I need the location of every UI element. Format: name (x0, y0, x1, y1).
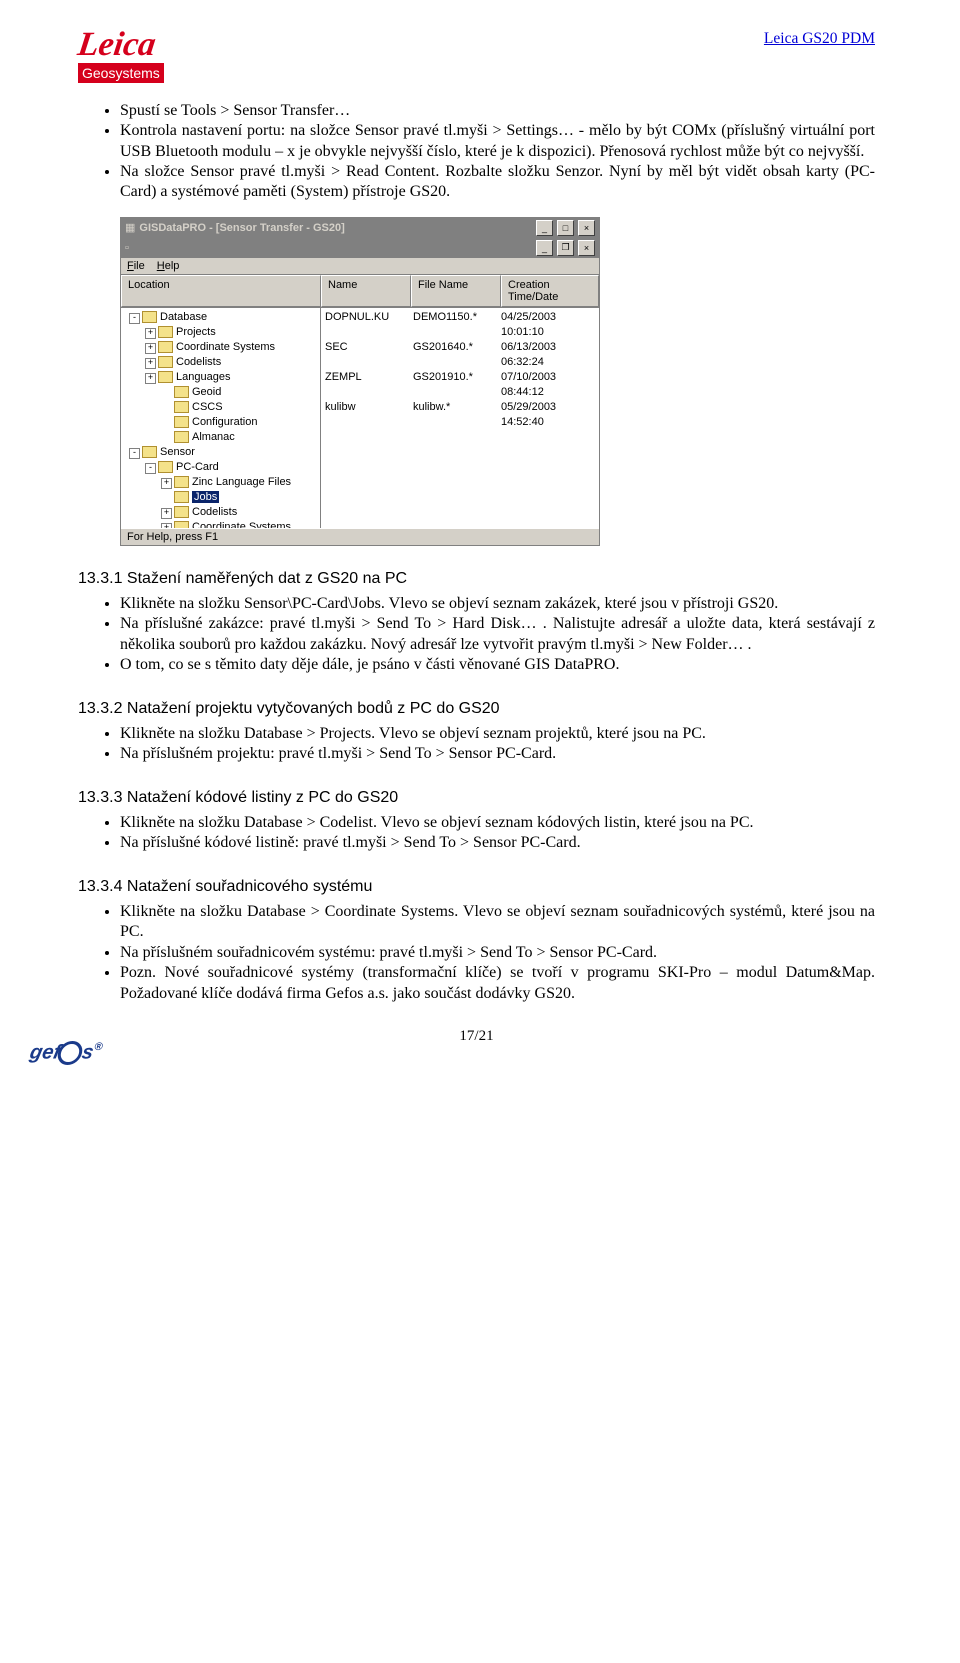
section-heading: 13.3.2 Natažení projektu vytyčovaných bo… (78, 700, 875, 718)
tree-node[interactable]: -PC-Card (125, 460, 316, 475)
list-item: O tom, co se s těmito daty děje dále, je… (120, 655, 875, 675)
file-row[interactable]: kulibwkulibw.*05/29/2003 14:52:40 (325, 400, 595, 430)
list-item: Klikněte na složku Database > Codelist. … (120, 813, 875, 833)
tree-node[interactable]: +Codelists (125, 355, 316, 370)
file-row[interactable]: SECGS201640.*06/13/2003 06:32:24 (325, 340, 595, 370)
mdi-restore-button[interactable]: ❐ (557, 240, 574, 256)
maximize-button[interactable]: □ (557, 220, 574, 236)
menu-file[interactable]: File (127, 260, 145, 272)
menu-help[interactable]: Help (157, 260, 180, 272)
tree-node[interactable]: -Sensor (125, 445, 316, 460)
minimize-button[interactable]: _ (536, 220, 553, 236)
tree-node[interactable]: CSCS (125, 400, 316, 415)
leica-logo: Leica Geosystems (78, 30, 198, 83)
tree-node[interactable]: +Zinc Language Files (125, 475, 316, 490)
mdi-close-button[interactable]: × (578, 240, 595, 256)
location-tree[interactable]: -Database+Projects+Coordinate Systems+Co… (121, 308, 321, 528)
col-location[interactable]: Location (121, 275, 321, 307)
tree-node[interactable]: Almanac (125, 430, 316, 445)
brand-main: Leica (76, 30, 200, 61)
list-item: Na příslušném souřadnicovém systému: pra… (120, 943, 875, 963)
screenshot-window: ▦ GISDataPRO - [Sensor Transfer - GS20] … (120, 217, 600, 546)
section-bullets: Klikněte na složku Database > Coordinate… (78, 902, 875, 1004)
list-item: Klikněte na složku Database > Coordinate… (120, 902, 875, 943)
status-bar: For Help, press F1 (121, 528, 599, 545)
section-bullets: Klikněte na složku Database > Codelist. … (78, 813, 875, 854)
col-date[interactable]: Creation Time/Date (501, 275, 599, 307)
list-item: Na příslušné kódové listině: pravé tl.my… (120, 833, 875, 853)
file-list[interactable]: DOPNUL.KUDEMO1150.*04/25/2003 10:01:10SE… (321, 308, 599, 528)
list-item: Na příslušné zakázce: pravé tl.myši > Se… (120, 614, 875, 655)
list-item: Na příslušném projektu: pravé tl.myši > … (120, 744, 875, 764)
section-heading: 13.3.3 Natažení kódové listiny z PC do G… (78, 789, 875, 807)
tree-node[interactable]: +Coordinate Systems (125, 520, 316, 528)
page-header: Leica Geosystems Leica GS20 PDM (78, 30, 875, 83)
tree-node[interactable]: -Database (125, 310, 316, 325)
file-row[interactable]: ZEMPLGS201910.*07/10/2003 08:44:12 (325, 370, 595, 400)
list-item: Klikněte na složku Sensor\PC-Card\Jobs. … (120, 594, 875, 614)
tree-node[interactable]: +Languages (125, 370, 316, 385)
ring-icon (55, 1041, 84, 1065)
tree-node[interactable]: +Coordinate Systems (125, 340, 316, 355)
list-item: Spustí se Tools > Sensor Transfer… (120, 101, 875, 121)
section-heading: 13.3.4 Natažení souřadnicového systému (78, 878, 875, 896)
section-heading: 13.3.1 Stažení naměřených dat z GS20 na … (78, 570, 875, 588)
tree-node[interactable]: +Projects (125, 325, 316, 340)
page-number: 17/21 (78, 1028, 875, 1045)
app-icon: ▦ (125, 221, 135, 234)
tree-node[interactable]: Configuration (125, 415, 316, 430)
col-name[interactable]: Name (321, 275, 411, 307)
doc-icon: ▫ (125, 242, 129, 254)
tree-node[interactable]: +Codelists (125, 505, 316, 520)
close-button[interactable]: × (578, 220, 595, 236)
file-row[interactable]: DOPNUL.KUDEMO1150.*04/25/2003 10:01:10 (325, 310, 595, 340)
window-body: -Database+Projects+Coordinate Systems+Co… (121, 308, 599, 528)
list-item: Kontrola nastavení portu: na složce Sens… (120, 121, 875, 162)
brand-sub: Geosystems (78, 63, 164, 83)
section-bullets: Klikněte na složku Sensor\PC-Card\Jobs. … (78, 594, 875, 676)
window-titlebar: ▦ GISDataPRO - [Sensor Transfer - GS20] … (121, 218, 599, 238)
window-title: GISDataPRO - [Sensor Transfer - GS20] (139, 222, 532, 234)
intro-bullets: Spustí se Tools > Sensor Transfer… Kontr… (78, 101, 875, 203)
column-headers: Location Name File Name Creation Time/Da… (121, 275, 599, 308)
list-item: Pozn. Nové souřadnicové systémy (transfo… (120, 963, 875, 1004)
footer-brand-logo: gefs® (27, 1041, 103, 1065)
section-bullets: Klikněte na složku Database > Projects. … (78, 724, 875, 765)
tree-node[interactable]: Jobs (125, 490, 316, 505)
list-item: Na složce Sensor pravé tl.myši > Read Co… (120, 162, 875, 203)
menu-bar: File Help (121, 258, 599, 275)
mdi-titlebar: ▫ _ ❐ × (121, 238, 599, 258)
mdi-minimize-button[interactable]: _ (536, 240, 553, 256)
doc-ref-link[interactable]: Leica GS20 PDM (764, 30, 875, 48)
col-filename[interactable]: File Name (411, 275, 501, 307)
list-item: Klikněte na složku Database > Projects. … (120, 724, 875, 744)
tree-node[interactable]: Geoid (125, 385, 316, 400)
